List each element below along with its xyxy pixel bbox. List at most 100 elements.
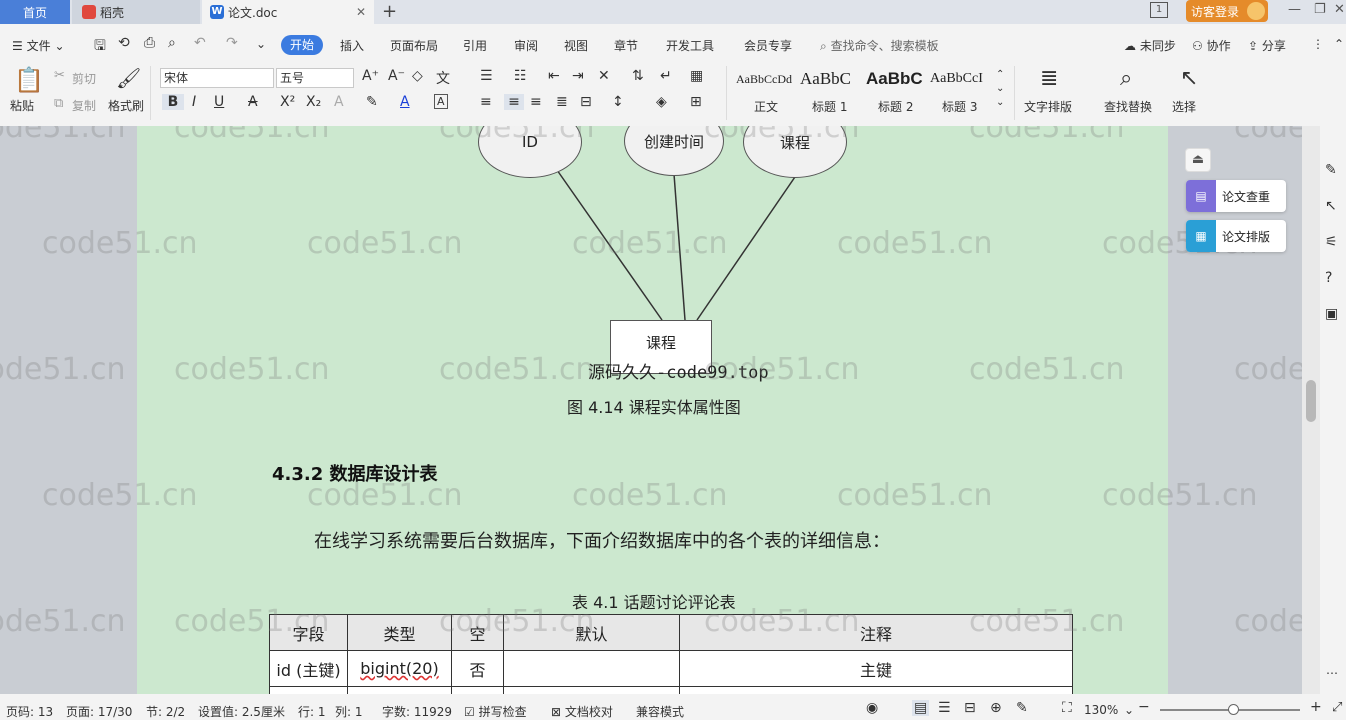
scrollbar-thumb[interactable] xyxy=(1306,380,1316,422)
menu-member[interactable]: 会员专享 xyxy=(744,37,792,54)
bold-icon[interactable]: B xyxy=(162,94,184,110)
fit-page-icon[interactable]: ⛶ xyxy=(1062,700,1072,716)
format-painter-button[interactable]: 格式刷 xyxy=(108,97,144,114)
close-tab-icon[interactable]: ✕ xyxy=(356,5,366,19)
more-dots-icon[interactable]: ⋯ xyxy=(1326,666,1338,680)
style-preview-h3[interactable]: AaBbCcI xyxy=(930,71,983,87)
sync-status[interactable]: ☁ 未同步 xyxy=(1124,37,1176,54)
save-icon[interactable]: 🖫 xyxy=(94,35,106,59)
find-replace-button[interactable]: 查找替换 xyxy=(1104,98,1152,115)
borders-icon[interactable]: ⊞ xyxy=(690,94,702,110)
copy-icon[interactable]: ⧉ xyxy=(54,96,63,111)
undo-history-icon[interactable]: ⟲ xyxy=(118,35,130,51)
file-menu[interactable]: ☰ 文件 ⌄ xyxy=(12,37,65,54)
status-setting[interactable]: 设置值: 2.5厘米 xyxy=(198,703,285,720)
format-painter-icon[interactable]: 🖌 xyxy=(116,66,141,90)
numbered-list-icon[interactable]: ☷ xyxy=(514,68,527,84)
zoom-slider-handle[interactable] xyxy=(1228,704,1239,715)
new-tab-button[interactable]: + xyxy=(382,1,397,22)
menu-review[interactable]: 审阅 xyxy=(514,37,538,54)
minimize-button[interactable]: — xyxy=(1288,2,1301,17)
document-page[interactable]: ID 创建时间 课程 课程 源码久久-code99.top 图 4.14 课程实… xyxy=(137,126,1168,694)
status-page[interactable]: 页面: 17/30 xyxy=(66,703,132,720)
undo-icon[interactable]: ↶ xyxy=(194,35,206,51)
close-window-button[interactable]: ✕ xyxy=(1334,2,1345,17)
pen-icon[interactable]: ✎ xyxy=(1325,162,1337,178)
status-page-code[interactable]: 页码: 13 xyxy=(6,703,53,720)
cut-button[interactable]: 剪切 xyxy=(72,70,96,87)
menu-developer[interactable]: 开发工具 xyxy=(666,37,714,54)
font-color-icon[interactable]: A xyxy=(400,94,410,110)
page-view-icon[interactable]: ▤ xyxy=(912,700,930,716)
tab-straw[interactable]: 稻壳 xyxy=(72,0,200,24)
menu-page-layout[interactable]: 页面布局 xyxy=(390,37,438,54)
line-spacing-icon[interactable]: ↕ xyxy=(612,94,624,110)
menu-chapter[interactable]: 章节 xyxy=(614,37,638,54)
select-button[interactable]: 选择 xyxy=(1172,98,1196,115)
align-center-icon[interactable]: ≡ xyxy=(504,94,524,110)
chinese-layout-icon[interactable]: ✕ xyxy=(598,68,610,84)
share-button[interactable]: ⇪ 分享 xyxy=(1248,37,1286,54)
subscript-icon[interactable]: X₂ xyxy=(306,94,321,110)
superscript-icon[interactable]: X² xyxy=(280,94,295,110)
italic-icon[interactable]: I xyxy=(192,94,196,110)
char-border-icon[interactable]: A xyxy=(434,94,448,109)
redo-icon[interactable]: ↷ xyxy=(226,35,238,51)
menu-insert[interactable]: 插入 xyxy=(340,37,364,54)
distribute-icon[interactable]: ⊟ xyxy=(580,94,592,110)
show-marks-icon[interactable]: ↵ xyxy=(660,68,672,84)
status-word-count[interactable]: 字数: 11929 xyxy=(382,703,452,720)
phonetic-icon[interactable]: 文 xyxy=(436,68,450,88)
text-layout-button[interactable]: 文字排版 xyxy=(1024,98,1072,115)
zoom-out-icon[interactable]: − xyxy=(1138,699,1150,715)
justify-icon[interactable]: ≣ xyxy=(556,94,568,110)
paste-button[interactable]: 粘贴 xyxy=(10,97,34,114)
tab-document[interactable]: W 论文.doc ✕ xyxy=(202,0,374,24)
restore-button[interactable]: ❐ xyxy=(1314,2,1326,17)
sort-icon[interactable]: ⇅ xyxy=(632,68,644,84)
outline-view-icon[interactable]: ☰ xyxy=(938,700,951,716)
collapse-ribbon-icon[interactable]: ⌃ xyxy=(1334,37,1344,51)
style-preview-h2[interactable]: AaBbC xyxy=(866,69,923,89)
cut-icon[interactable]: ✂ xyxy=(54,68,65,83)
select-cursor-icon[interactable]: ↖ xyxy=(1180,66,1198,91)
side-panel-toggle-icon[interactable]: ⏏ xyxy=(1185,148,1211,172)
highlight-icon[interactable]: ✎ xyxy=(366,94,378,110)
menu-references[interactable]: 引用 xyxy=(463,37,487,54)
write-mode-icon[interactable]: ✎ xyxy=(1016,700,1028,716)
align-right-icon[interactable]: ≡ xyxy=(530,94,542,110)
bullet-list-icon[interactable]: ☰ xyxy=(480,68,493,84)
decrease-indent-icon[interactable]: ⇤ xyxy=(548,68,560,84)
font-name-select[interactable]: 宋体 xyxy=(160,68,274,88)
collab-button[interactable]: ⚇ 协作 xyxy=(1192,37,1231,54)
web-view-icon[interactable]: ⊕ xyxy=(990,700,1002,716)
style-preview-normal[interactable]: AaBbCcDd xyxy=(736,72,792,87)
table-grid-icon[interactable]: ▦ xyxy=(690,68,703,84)
guest-login-button[interactable]: 访客登录 xyxy=(1186,0,1268,22)
font-size-select[interactable]: 五号 xyxy=(276,68,354,88)
image-icon[interactable]: ▣ xyxy=(1325,306,1338,322)
text-effect-icon[interactable]: A xyxy=(334,94,344,110)
zoom-in-icon[interactable]: + xyxy=(1310,699,1322,715)
doc-proof-button[interactable]: ⊠ 文档校对 xyxy=(551,703,613,720)
print-icon[interactable]: ⎙ xyxy=(144,35,155,51)
plagiarism-check-button[interactable]: ▤ 论文查重 xyxy=(1186,180,1286,212)
quick-access-dropdown-icon[interactable]: ⌄ xyxy=(256,37,266,51)
cursor-icon[interactable]: ↖ xyxy=(1325,198,1337,214)
page-view-indicator[interactable]: 1 xyxy=(1150,2,1168,18)
find-icon[interactable]: ⌕ xyxy=(1120,66,1132,91)
style-scroll-icon[interactable]: ⌃ ⌄ ⌄ xyxy=(996,68,1004,110)
more-icon[interactable]: ⋮ xyxy=(1312,37,1324,51)
align-left-icon[interactable]: ≡ xyxy=(480,94,492,110)
grow-font-icon[interactable]: A⁺ xyxy=(362,68,379,84)
help-icon[interactable]: ? xyxy=(1325,270,1332,286)
text-layout-icon[interactable]: ≣ xyxy=(1040,66,1058,91)
underline-icon[interactable]: U xyxy=(214,94,224,110)
paste-icon[interactable]: 📋 xyxy=(14,66,44,94)
shading-icon[interactable]: ◈ xyxy=(656,94,667,110)
fullscreen-icon[interactable]: ⤢ xyxy=(1332,700,1342,715)
preview-icon[interactable]: ⌕ xyxy=(168,35,176,51)
style-preview-h1[interactable]: AaBbC xyxy=(800,69,851,89)
tab-home[interactable]: 首页 xyxy=(0,0,70,24)
settings-sliders-icon[interactable]: ⚟ xyxy=(1325,234,1338,250)
